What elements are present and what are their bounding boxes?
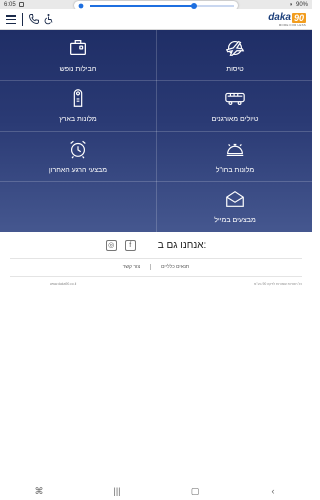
tile-label: טיולים מאורגנים [211,115,259,123]
footer-copyright: כל הזכויות שמורות לדקה 90 בע"מ [254,282,302,286]
suitcase-icon [70,39,86,55]
tile-last-minute[interactable]: מבצעי הרגע האחרון [0,131,156,181]
accessibility-nav-icon[interactable]: ⌘ [29,486,49,497]
tile-organized-tours[interactable]: טיולים מאורגנים [157,80,313,130]
accessibility-icon[interactable] [43,13,55,25]
daka90-logo[interactable]: daka 90 MORE FOR LESS [268,12,306,27]
terms-link[interactable]: תנאים כלליים [161,264,189,270]
wifi-icon: ◗ [289,1,293,8]
recents-icon[interactable]: ||| [107,486,127,496]
volume-fill [90,4,194,7]
tile-email-deals[interactable]: מבצעים במייל [157,181,313,231]
battery-level: 90% [295,1,308,8]
phone-icon[interactable] [28,13,40,25]
footer-links: צור קשר תנאים כלליים [0,262,312,272]
link-separator [150,264,152,270]
footer-divider [10,276,302,277]
tile-label: טיסות [226,65,244,73]
header-divider [22,13,23,26]
tile-abroad-hotels[interactable]: מלונות בחו"ל [157,131,313,181]
logo-number: 90 [291,13,306,23]
app-header: daka 90 MORE FOR LESS [0,9,312,30]
home-icon[interactable]: ▢ [185,486,205,497]
logo-subtitle: MORE FOR LESS [278,23,306,27]
menu-icon[interactable] [6,15,16,24]
volume-track[interactable] [90,2,234,9]
bus-icon [225,92,245,105]
tile-local-hotels[interactable]: מלונות בארץ [0,80,156,130]
email-icon [226,190,244,207]
tile-vacation-packages[interactable]: חבילות נופש [0,30,156,80]
footer-site: www.daka90.co.il [50,282,77,286]
footer-row: www.daka90.co.il כל הזכויות שמורות לדקה … [0,281,312,289]
tile-label: מבצעים במייל [214,216,256,224]
status-time: 6:05 [4,1,16,8]
door-hanger-icon [73,88,83,107]
tile-label: מלונות בחו"ל [215,166,255,174]
social-section: ◎ f אנחנו גם ב: [0,232,312,258]
alarm-clock-icon [70,140,86,159]
notification-icon [18,2,24,7]
tile-label: מבצעי הרגע האחרון [48,166,108,174]
tile-label: חבילות נופש [59,65,97,73]
volume-icon [78,3,84,8]
back-icon[interactable]: ‹ [263,486,283,496]
system-nav-bar: ⌘ ||| ▢ ‹ [0,482,312,500]
social-title: אנחנו גם ב: [157,239,207,251]
footer-divider [10,258,302,259]
status-right: ◗ 90% [289,2,308,8]
tile-label: מלונות בארץ [59,115,97,123]
status-left: 6:05 [4,2,24,8]
instagram-icon[interactable]: ◎ [105,239,117,251]
service-bell-icon [226,143,244,156]
facebook-icon[interactable]: f [124,239,136,251]
airplane-icon [225,40,245,56]
volume-knob[interactable] [190,2,197,9]
contact-link[interactable]: צור קשר [123,264,140,270]
tile-flights[interactable]: טיסות [157,30,313,80]
